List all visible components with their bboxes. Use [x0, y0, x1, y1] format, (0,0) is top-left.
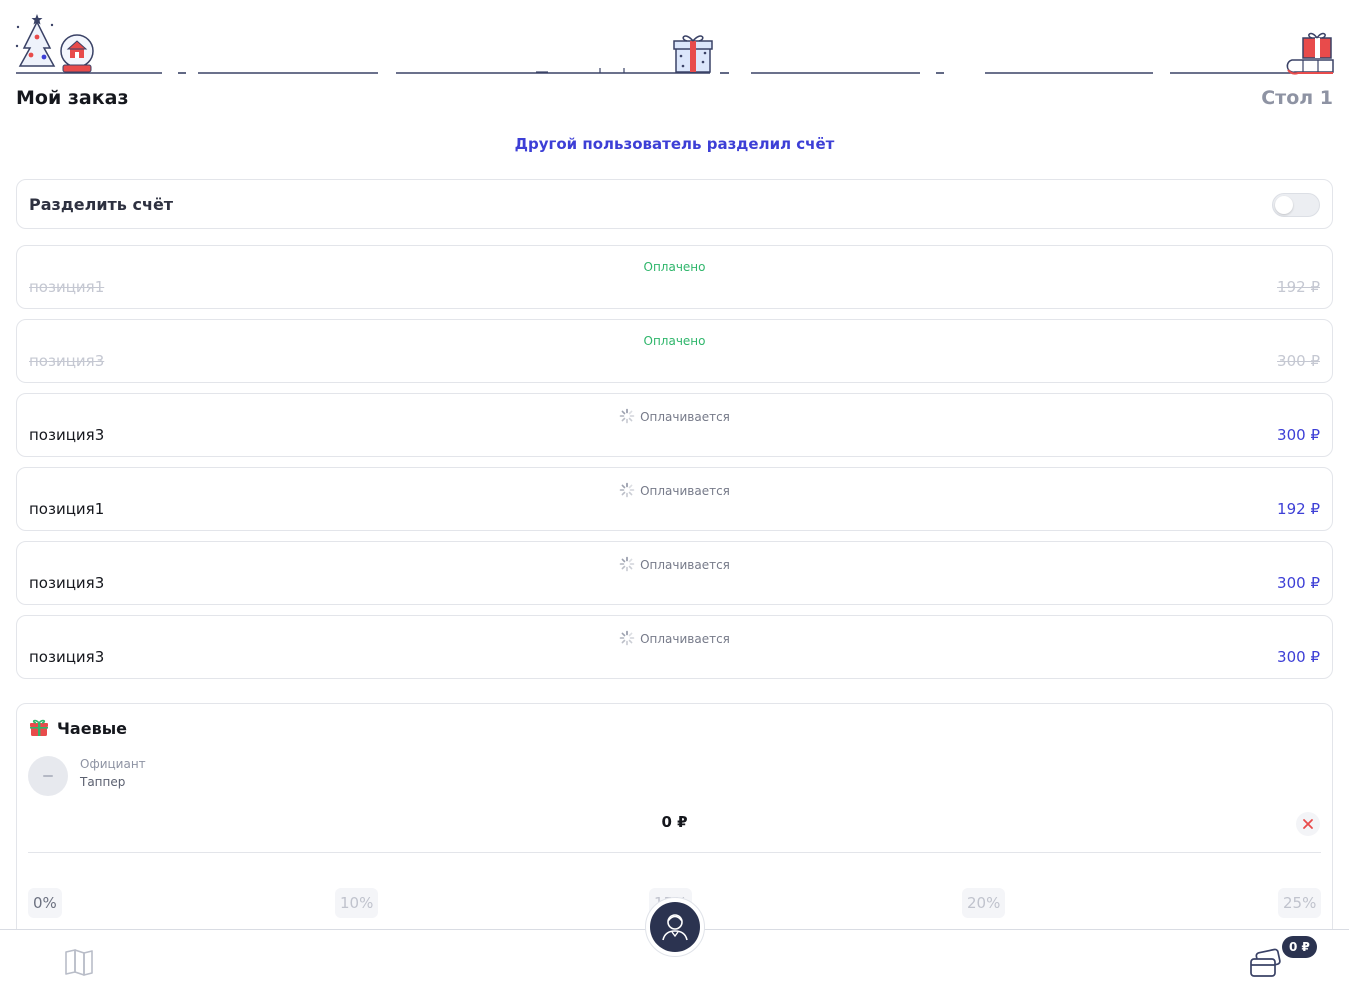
item-price: 192 ₽ [1277, 278, 1320, 296]
tree-icon [15, 14, 56, 67]
waiter-role: Официант [80, 757, 146, 771]
spinner-icon [619, 408, 635, 424]
close-icon [1303, 819, 1313, 829]
item-status-text: Оплачивается [640, 558, 730, 572]
split-bill-card: Разделить счёт [16, 179, 1333, 229]
item-name: позиция1 [29, 500, 105, 518]
item-price: 300 ₽ [1277, 574, 1320, 592]
sleigh-icon [1286, 32, 1334, 75]
split-notice-link[interactable]: Другой пользователь разделил счёт [0, 135, 1349, 153]
item-name: позиция3 [29, 426, 105, 444]
gift-icon [30, 719, 48, 736]
snow-globe-icon [60, 34, 94, 73]
holiday-decoration-art [15, 14, 1334, 75]
item-name: позиция3 [29, 352, 105, 370]
gift-box-icon [673, 35, 713, 73]
item-price: 300 ₽ [1277, 426, 1320, 444]
tip-amount: 0 ₽ [661, 813, 688, 831]
call-waiter-inner [650, 902, 700, 952]
avatar-placeholder [43, 775, 53, 777]
item-status-text: Оплачивается [640, 410, 730, 424]
item-price: 192 ₽ [1277, 500, 1320, 518]
tip-option-10[interactable]: 10% [335, 888, 379, 918]
menu-button[interactable] [62, 946, 96, 978]
order-item[interactable]: Оплачивается позиция1 192 ₽ [16, 467, 1333, 531]
divider [28, 852, 1321, 853]
tip-option-0[interactable]: 0% [28, 888, 62, 918]
item-name: позиция3 [29, 574, 105, 592]
book-icon [65, 949, 93, 976]
table-number: Стол 1 [1261, 87, 1333, 109]
payment-button[interactable] [1248, 948, 1282, 980]
split-bill-label: Разделить счёт [29, 195, 174, 214]
tips-title: Чаевые [57, 718, 128, 738]
holiday-decoration [0, 0, 1349, 80]
item-status: Оплачивается [17, 556, 1332, 572]
item-price: 300 ₽ [1277, 648, 1320, 666]
item-name: позиция1 [29, 278, 105, 296]
call-waiter-button[interactable] [645, 897, 705, 957]
card-icon [1250, 948, 1281, 977]
order-item[interactable]: Оплачивается позиция3 300 ₽ [16, 541, 1333, 605]
item-status: Оплачивается [17, 482, 1332, 498]
page-title: Мой заказ [16, 87, 129, 109]
spinner-icon [619, 482, 635, 498]
order-item[interactable]: Оплачивается позиция3 300 ₽ [16, 393, 1333, 457]
item-status-text: Оплачивается [640, 484, 730, 498]
payment-total-badge: 0 ₽ [1282, 936, 1317, 958]
split-bill-toggle[interactable] [1272, 193, 1320, 217]
order-item[interactable]: Оплачено позиция1 192 ₽ [16, 245, 1333, 309]
item-name: позиция3 [29, 648, 105, 666]
tips-header: Чаевые [29, 718, 127, 738]
waiter-avatar [28, 756, 68, 796]
spinner-icon [619, 630, 635, 646]
item-status-text: Оплачивается [640, 632, 730, 646]
toggle-knob [1275, 196, 1293, 214]
tip-option-25[interactable]: 25% [1278, 888, 1322, 918]
item-price: 300 ₽ [1277, 352, 1320, 370]
item-status: Оплачено [643, 260, 706, 274]
waiter-icon [662, 914, 688, 941]
clear-tip-button[interactable] [1296, 812, 1320, 836]
waiter-name: Таппер [80, 775, 126, 789]
item-status: Оплачено [643, 334, 706, 348]
item-status: Оплачивается [17, 408, 1332, 424]
order-item[interactable]: Оплачено позиция3 300 ₽ [16, 319, 1333, 383]
tip-option-20[interactable]: 20% [962, 888, 1006, 918]
item-status: Оплачивается [17, 630, 1332, 646]
spinner-icon [619, 556, 635, 572]
order-item[interactable]: Оплачивается позиция3 300 ₽ [16, 615, 1333, 679]
